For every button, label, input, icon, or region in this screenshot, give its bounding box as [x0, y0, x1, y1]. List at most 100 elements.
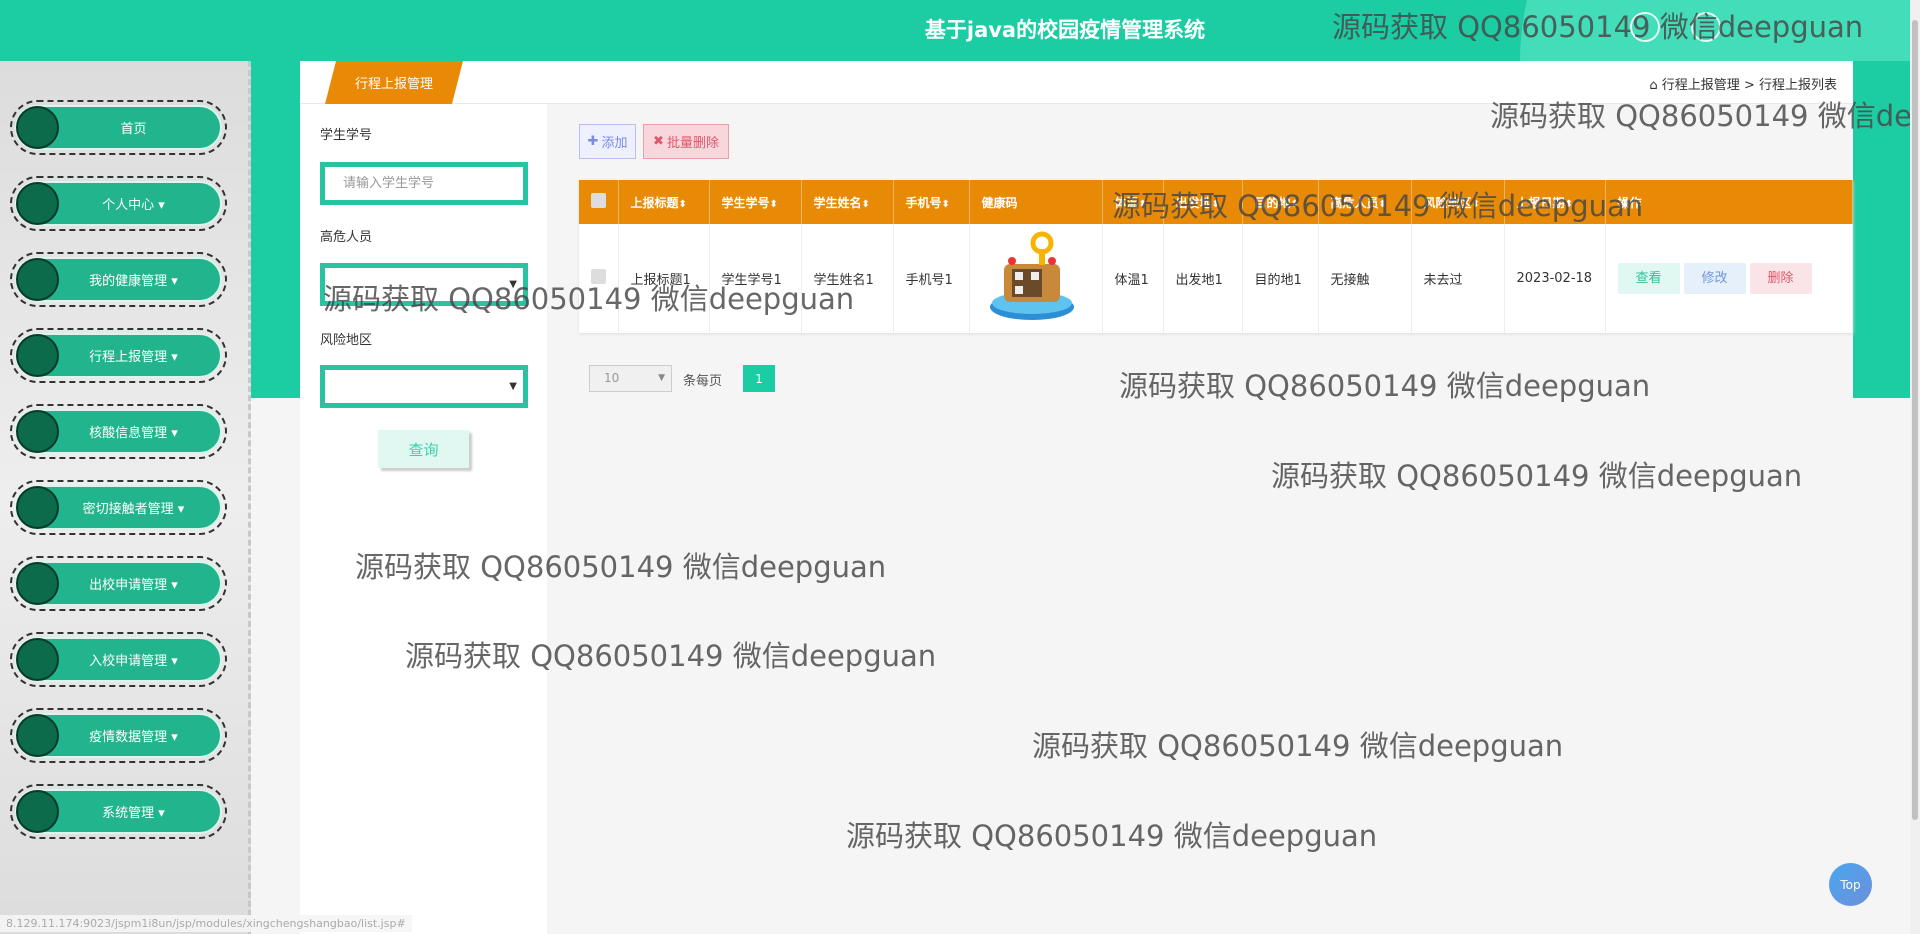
add-button[interactable]: ✚ 添加 [579, 124, 636, 159]
risk-area-select[interactable]: ▼ [320, 365, 528, 408]
sidebar-item-label: 个人中心 ▾ [102, 198, 165, 213]
add-label: 添加 [601, 136, 628, 151]
menu-knob-icon [16, 790, 59, 833]
sidebar-item[interactable]: 核酸信息管理 ▾ [10, 404, 227, 459]
column-header[interactable]: 风险地区⬍ [1411, 180, 1505, 224]
sort-icon[interactable]: ⬍ [1379, 199, 1387, 210]
back-to-top-button[interactable]: Top [1829, 863, 1872, 906]
high-risk-select[interactable]: ▼ [320, 263, 528, 306]
sidebar-item[interactable]: 我的健康管理 ▾ [10, 252, 227, 307]
view-button[interactable]: 查看 [1617, 263, 1680, 294]
cell-risk-area: 未去过 [1411, 224, 1505, 333]
cell-name: 学生姓名1 [801, 224, 894, 333]
student-no-placeholder: 请输入学生学号 [343, 176, 435, 191]
breadcrumb-level1[interactable]: 行程上报管理 [1662, 78, 1740, 93]
cell-health-code [969, 224, 1103, 333]
table-header-row: 上报标题⬍ 学生学号⬍ 学生姓名⬍ 手机号⬍ 健康码 体温⬍ 出发地⬍ 目的地⬍ 高危人员⬍ 风险… [579, 180, 1853, 224]
column-header-label: 学生姓名 [813, 195, 862, 210]
health-code-image[interactable] [982, 229, 1082, 324]
sidebar-item[interactable]: 系统管理 ▾ [10, 784, 227, 839]
menu-knob-icon [16, 106, 59, 149]
menu-knob-icon [16, 714, 59, 757]
sidebar-item-label: 我的健康管理 ▾ [89, 274, 178, 289]
batch-delete-label: 批量删除 [666, 136, 719, 151]
sidebar-item[interactable]: 个人中心 ▾ [10, 176, 227, 231]
sidebar-item[interactable]: 密切接触者管理 ▾ [10, 480, 227, 535]
tab-xingcheng[interactable]: 行程上报管理 [325, 61, 463, 104]
risk-area-label: 风险地区 [320, 333, 373, 348]
sidebar-item-label: 入校申请管理 ▾ [89, 654, 178, 669]
cell-high-risk: 无接触 [1318, 224, 1412, 333]
edit-button[interactable]: 修改 [1683, 263, 1746, 294]
column-header[interactable]: 出发地⬍ [1163, 180, 1243, 224]
column-header-label: 风险地区 [1423, 195, 1472, 210]
query-button[interactable]: 查询 [378, 430, 469, 468]
scrollbar-thumb[interactable] [1912, 20, 1918, 820]
column-header-label: 目的地 [1254, 195, 1291, 210]
sort-icon[interactable]: ⬍ [1139, 199, 1147, 210]
column-header-label: 上报标题 [630, 195, 679, 210]
column-header[interactable]: 健康码 [969, 180, 1103, 224]
column-header[interactable]: 操作 [1605, 180, 1853, 224]
sidebar-item[interactable]: 行程上报管理 ▾ [10, 328, 227, 383]
sort-icon[interactable]: ⬍ [942, 199, 950, 210]
sidebar-item-label: 出校申请管理 ▾ [89, 578, 178, 593]
batch-delete-button[interactable]: ✖ 批量删除 [643, 124, 729, 159]
column-header-label: 操作 [1617, 195, 1642, 210]
sort-icon[interactable]: ⬍ [1212, 199, 1220, 210]
delete-button[interactable]: 删除 [1749, 263, 1812, 294]
sidebar-item[interactable]: 疫情数据管理 ▾ [10, 708, 227, 763]
breadcrumb-separator: > [1743, 78, 1755, 93]
chevron-down-icon: ▼ [509, 279, 517, 290]
column-header[interactable]: 上报标题⬍ [618, 180, 710, 224]
page-size-value: 10 [604, 371, 620, 385]
sort-icon[interactable]: ⬍ [1291, 199, 1299, 210]
column-header-label: 手机号 [905, 195, 942, 210]
data-table: 上报标题⬍ 学生学号⬍ 学生姓名⬍ 手机号⬍ 健康码 体温⬍ 出发地⬍ 目的地⬍ 高危人员⬍ 风险… [579, 180, 1853, 333]
column-header[interactable]: 学生学号⬍ [709, 180, 802, 224]
cell-actions: 查看 修改 删除 [1605, 224, 1853, 333]
table-row: 上报标题1 学生学号1 学生姓名1 手机号1 体温1 出发地1 目的地1 无接触… [579, 224, 1853, 333]
sort-icon[interactable]: ⬍ [862, 199, 870, 210]
sort-icon[interactable]: ⬍ [1472, 199, 1480, 210]
header-icon-button[interactable] [1691, 12, 1721, 42]
row-checkbox[interactable] [579, 224, 619, 333]
menu-knob-icon [16, 486, 59, 529]
sidebar-item-label: 疫情数据管理 ▾ [89, 730, 178, 745]
menu-knob-icon [16, 334, 59, 377]
column-header[interactable]: 学生姓名⬍ [801, 180, 894, 224]
column-header-label: 出发地 [1175, 195, 1212, 210]
column-header-label: 健康码 [981, 195, 1018, 210]
column-header[interactable]: 上报日期⬍ [1504, 180, 1606, 224]
select-all-checkbox[interactable] [579, 180, 619, 224]
menu-knob-icon [16, 182, 59, 225]
cell-temperature: 体温1 [1102, 224, 1164, 333]
header-icon-button[interactable] [1630, 12, 1660, 42]
home-icon[interactable]: ⌂ [1649, 78, 1657, 93]
breadcrumb: ⌂ 行程上报管理 > 行程上报列表 [1649, 74, 1837, 93]
sort-icon[interactable]: ⬍ [1565, 199, 1573, 210]
student-no-input[interactable]: 请输入学生学号 [320, 162, 528, 205]
column-header-label: 学生学号 [721, 195, 770, 210]
page-size-select[interactable]: 10 ▼ [589, 365, 672, 392]
sidebar-item[interactable]: 首页 [10, 100, 227, 155]
page-1-button[interactable]: 1 [743, 365, 775, 392]
menu-knob-icon [16, 562, 59, 605]
sidebar-item-label: 系统管理 ▾ [102, 806, 165, 821]
cell-from: 出发地1 [1163, 224, 1243, 333]
scrollbar[interactable] [1910, 0, 1920, 934]
column-header[interactable]: 手机号⬍ [893, 180, 970, 224]
column-header[interactable]: 体温⬍ [1102, 180, 1164, 224]
high-risk-label: 高危人员 [320, 230, 373, 245]
sidebar-item-label: 核酸信息管理 ▾ [89, 426, 178, 441]
cell-date: 2023-02-18 [1504, 224, 1606, 333]
sidebar-item[interactable]: 出校申请管理 ▾ [10, 556, 227, 611]
plus-icon: ✚ [587, 134, 599, 149]
column-header[interactable]: 目的地⬍ [1242, 180, 1319, 224]
column-header[interactable]: 高危人员⬍ [1318, 180, 1412, 224]
sort-icon[interactable]: ⬍ [679, 199, 687, 210]
student-no-label: 学生学号 [320, 128, 373, 143]
column-header-label: 高危人员 [1330, 195, 1379, 210]
sort-icon[interactable]: ⬍ [770, 199, 778, 210]
sidebar-item[interactable]: 入校申请管理 ▾ [10, 632, 227, 687]
